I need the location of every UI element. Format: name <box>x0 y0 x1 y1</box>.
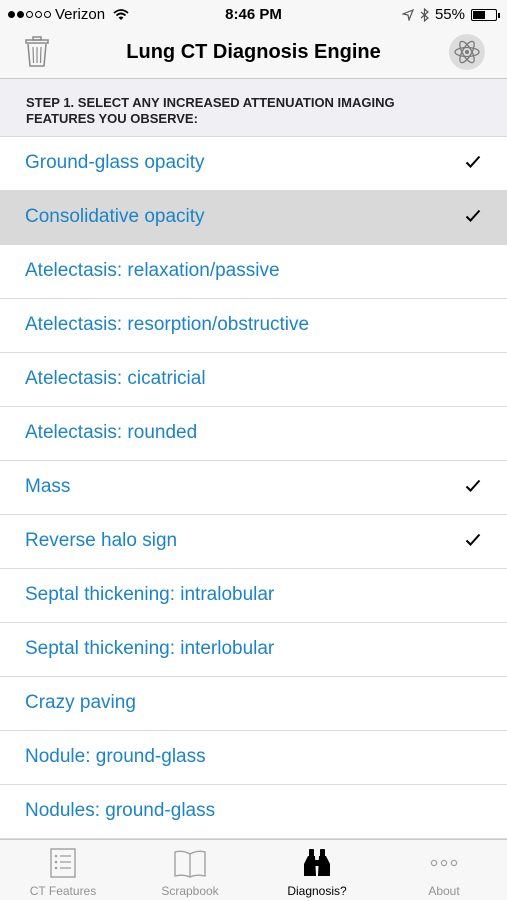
list-icon <box>50 848 76 878</box>
checkmark-icon <box>465 533 481 546</box>
battery-icon <box>471 8 500 21</box>
list-item[interactable]: Atelectasis: cicatricial <box>0 353 507 407</box>
section-header: STEP 1. SELECT ANY INCREASED ATTENUATION… <box>0 79 507 137</box>
checkmark-icon <box>465 479 481 492</box>
tab-label: Diagnosis? <box>287 884 347 898</box>
list-item-label: Nodules: ground-glass <box>25 800 216 821</box>
tab-scrapbook[interactable]: Scrapbook <box>127 840 253 901</box>
list-item-label: Ground-glass opacity <box>25 152 205 173</box>
list-item[interactable]: Reverse halo sign <box>0 515 507 569</box>
checkmark-icon <box>465 209 481 222</box>
bluetooth-icon <box>420 7 429 22</box>
navigation-bar: Lung CT Diagnosis Engine <box>0 28 507 79</box>
list-item-label: Septal thickening: interlobular <box>25 638 275 659</box>
list-item[interactable]: Septal thickening: intralobular <box>0 569 507 623</box>
list-item[interactable]: Nodules: ground-glass <box>0 785 507 839</box>
battery-percent: 55% <box>434 6 465 23</box>
list-item[interactable]: Atelectasis: rounded <box>0 407 507 461</box>
section-header-text: STEP 1. SELECT ANY INCREASED ATTENUATION… <box>26 95 395 126</box>
binoculars-icon <box>304 849 330 876</box>
list-item-label: Mass <box>25 476 71 497</box>
list-item-label: Atelectasis: rounded <box>25 422 198 443</box>
list-item[interactable]: Crazy paving <box>0 677 507 731</box>
more-icon <box>430 859 458 867</box>
list-item[interactable]: Mass <box>0 461 507 515</box>
tab-bar: CT Features Scrapbook Diagnosis? About <box>0 839 507 900</box>
tab-diagnosis[interactable]: Diagnosis? <box>254 840 380 901</box>
tab-label: CT Features <box>29 884 97 898</box>
feature-list: Ground-glass opacity Consolidative opacit… <box>0 137 507 839</box>
tab-label: Scrapbook <box>161 884 219 898</box>
tab-ct-features[interactable]: CT Features <box>0 840 126 901</box>
list-item[interactable]: Atelectasis: relaxation/passive <box>0 245 507 299</box>
atom-icon <box>454 40 480 64</box>
book-icon <box>174 850 206 878</box>
list-item-label: Reverse halo sign <box>25 530 178 551</box>
list-item-label: Nodule: ground-glass <box>25 746 206 767</box>
status-bar: Verizon 8:46 PM 55% <box>0 0 507 28</box>
list-item-label: Consolidative opacity <box>25 206 205 227</box>
list-item-label: Crazy paving <box>25 692 136 713</box>
atom-button[interactable] <box>449 34 485 70</box>
list-item-label: Atelectasis: relaxation/passive <box>25 260 280 281</box>
list-item[interactable]: Septal thickening: interlobular <box>0 623 507 677</box>
tab-label: About <box>428 884 460 898</box>
list-item-label: Atelectasis: resorption/obstructive <box>25 314 310 335</box>
page-title: Lung CT Diagnosis Engine <box>126 41 381 63</box>
list-item-label: Septal thickening: intralobular <box>25 584 275 605</box>
tab-about[interactable]: About <box>381 840 507 901</box>
list-item[interactable]: Atelectasis: resorption/obstructive <box>0 299 507 353</box>
list-item-label: Atelectasis: cicatricial <box>25 368 206 389</box>
checkmark-icon <box>465 155 481 168</box>
list-item[interactable]: Ground-glass opacity <box>0 137 507 191</box>
list-item[interactable]: Nodule: ground-glass <box>0 731 507 785</box>
location-icon <box>401 8 414 21</box>
list-item[interactable]: Consolidative opacity <box>0 191 507 245</box>
